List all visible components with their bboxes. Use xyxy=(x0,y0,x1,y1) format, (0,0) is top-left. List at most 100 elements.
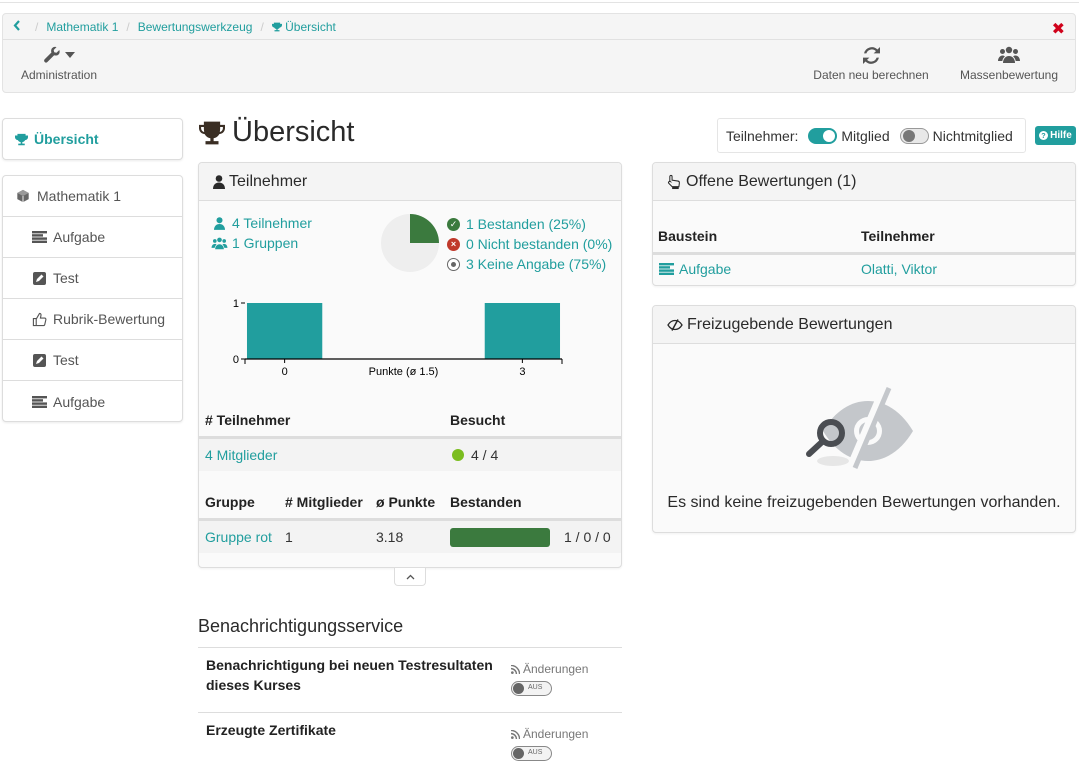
element-link[interactable]: Aufgabe xyxy=(653,261,861,277)
visited-count: 4 / 4 xyxy=(471,447,499,463)
svg-text:?: ? xyxy=(1041,131,1045,140)
help-label: Hilfe xyxy=(1050,130,1072,141)
trophy-icon xyxy=(198,120,226,146)
refresh-icon xyxy=(862,46,880,64)
trophy-icon xyxy=(15,133,28,145)
notification-toggle[interactable]: AUS xyxy=(511,745,552,761)
open-assessments-header: Offene Bewertungen (1) xyxy=(653,163,1075,201)
participant-link[interactable]: Olatti, Viktor xyxy=(861,261,937,277)
thumbs-up-icon xyxy=(31,312,47,327)
notification-item-label: Benachrichtigung bei neuen Testresultate… xyxy=(206,657,493,693)
release-assessments-title: Freizugebende Bewertungen xyxy=(687,315,893,333)
recalculate-button[interactable]: Daten neu berechnen xyxy=(811,44,931,82)
column-header: Teilnehmer xyxy=(861,227,935,244)
page-title: Übersicht xyxy=(198,116,355,149)
breadcrumb-current-label: Übersicht xyxy=(285,19,336,34)
rss-icon xyxy=(511,664,520,674)
x-axis-label: Punkte (ø 1.5) xyxy=(369,366,439,378)
help-button[interactable]: ? Hilfe xyxy=(1035,126,1076,145)
group-avg-points: 3.18 xyxy=(376,529,404,545)
x-tick-label: 0 xyxy=(282,366,288,378)
sidebar-item-label: Test xyxy=(53,270,79,286)
column-header: ø Punkte xyxy=(376,493,436,510)
sidebar-item-label: Test xyxy=(53,352,79,368)
toggle-state-label: AUS xyxy=(528,683,543,691)
participants-panel-title: Teilnehmer xyxy=(229,172,308,190)
non-member-toggle[interactable] xyxy=(899,127,929,144)
breadcrumb-item-course[interactable]: Mathematik 1 xyxy=(46,20,118,34)
open-assessments-title: Offene Bewertungen (1) xyxy=(686,172,857,190)
test-edit-icon xyxy=(31,353,47,367)
sidebar-item-rubric[interactable]: Rubrik-Bewertung xyxy=(3,299,182,340)
toggle-knob xyxy=(513,747,524,759)
question-circle-icon: ? xyxy=(1039,131,1049,140)
sidebar-item-label: Aufgabe xyxy=(53,393,106,410)
sidebar-item-course[interactable]: Mathematik 1 xyxy=(3,176,182,217)
table-row: Aufgabe Olatti, Viktor xyxy=(653,255,1075,283)
breadcrumb-separator: / xyxy=(260,19,264,34)
cube-icon xyxy=(15,189,31,203)
pie-slice-bestanden xyxy=(410,214,439,243)
recalculate-label: Daten neu berechnen xyxy=(813,68,929,82)
passed-link[interactable]: ✓ 1 Bestanden (25%) xyxy=(447,214,612,234)
notification-control: Änderungen AUS xyxy=(511,662,588,696)
groups-link[interactable]: 1 Gruppen xyxy=(211,233,312,253)
task-icon xyxy=(31,395,47,408)
participant-summary: 4 Teilnehmer 1 Gruppen xyxy=(211,213,312,253)
member-toggle-label: Mitglied xyxy=(841,127,890,144)
table-row: 4 Mitglieder 4 / 4 xyxy=(199,439,621,471)
users-icon xyxy=(211,237,228,250)
column-header: # Mitglieder xyxy=(285,493,363,510)
element-label: Aufgabe xyxy=(679,261,732,277)
toggle-knob xyxy=(902,129,915,142)
open-assessments-panel: Offene Bewertungen (1) Baustein Teilnehm… xyxy=(652,162,1076,286)
collapse-button[interactable] xyxy=(394,568,426,586)
administration-label: Administration xyxy=(20,68,98,82)
toggle-state-label: AUS xyxy=(528,748,543,756)
non-member-toggle-label: Nichtmitglied xyxy=(932,127,1013,144)
users-icon xyxy=(998,46,1020,63)
hand-pointer-icon xyxy=(667,174,682,190)
undefined-link[interactable]: 3 Keine Angabe (75%) xyxy=(447,254,612,274)
histogram-bar xyxy=(246,303,323,359)
members-table: # Teilnehmer Besucht 4 Mitglieder 4 / 4 xyxy=(199,403,621,471)
table-row: Gruppe rot 1 3.18 1 / 0 / 0 xyxy=(199,521,621,553)
empty-state-message: Es sind keine freizugebenden Bewertungen… xyxy=(667,494,1061,511)
notification-toggle[interactable]: AUS xyxy=(511,680,552,696)
sidebar-item-overview-label: Übersicht xyxy=(34,131,99,147)
trophy-icon xyxy=(271,22,282,31)
sidebar-item-label: Rubrik-Bewertung xyxy=(53,311,166,327)
wrench-icon xyxy=(44,46,60,63)
members-table-header: # Teilnehmer Besucht xyxy=(199,403,621,439)
group-link[interactable]: Gruppe rot xyxy=(205,529,272,545)
user-icon xyxy=(213,174,225,189)
sidebar-item-test[interactable]: Test xyxy=(3,258,182,299)
eye-slash-icon xyxy=(667,318,683,331)
breadcrumb-separator: / xyxy=(35,19,39,34)
member-toggle[interactable] xyxy=(808,127,838,144)
sidebar-item-test[interactable]: Test xyxy=(3,340,182,381)
close-icon[interactable]: ✖ xyxy=(1052,19,1065,39)
release-assessments-panel: Freizugebende Bewertungen Es sind keine … xyxy=(652,305,1076,533)
changes-label: Änderungen xyxy=(523,662,589,676)
groups-table: Gruppe # Mitglieder ø Punkte Bestanden G… xyxy=(199,485,621,553)
participants-panel-header: Teilnehmer xyxy=(199,163,621,201)
user-icon xyxy=(211,216,228,230)
column-header: Besucht xyxy=(450,411,506,428)
sidebar-item-aufgabe[interactable]: Aufgabe xyxy=(3,381,182,422)
sidebar-item-overview[interactable]: Übersicht xyxy=(2,118,183,160)
mass-grading-button[interactable]: Massenbewertung xyxy=(953,44,1065,82)
open-assessments-table-header: Baustein Teilnehmer xyxy=(653,219,1075,255)
column-header: Gruppe xyxy=(205,493,255,510)
back-chevron-icon[interactable] xyxy=(13,19,27,34)
groups-link-label: 1 Gruppen xyxy=(232,235,299,251)
failed-link[interactable]: × 0 Nicht bestanden (0%) xyxy=(447,234,612,254)
members-link[interactable]: 4 Mitglieder xyxy=(205,447,277,463)
release-assessments-header: Freizugebende Bewertungen xyxy=(653,306,1075,344)
breadcrumb-item-assessment-tool[interactable]: Bewertungswerkzeug xyxy=(138,20,253,34)
administration-button[interactable]: Administration xyxy=(17,44,101,82)
column-header: Baustein xyxy=(658,227,718,244)
sidebar-item-aufgabe[interactable]: Aufgabe xyxy=(3,217,182,258)
task-icon xyxy=(31,231,47,243)
participants-link[interactable]: 4 Teilnehmer xyxy=(211,213,312,233)
